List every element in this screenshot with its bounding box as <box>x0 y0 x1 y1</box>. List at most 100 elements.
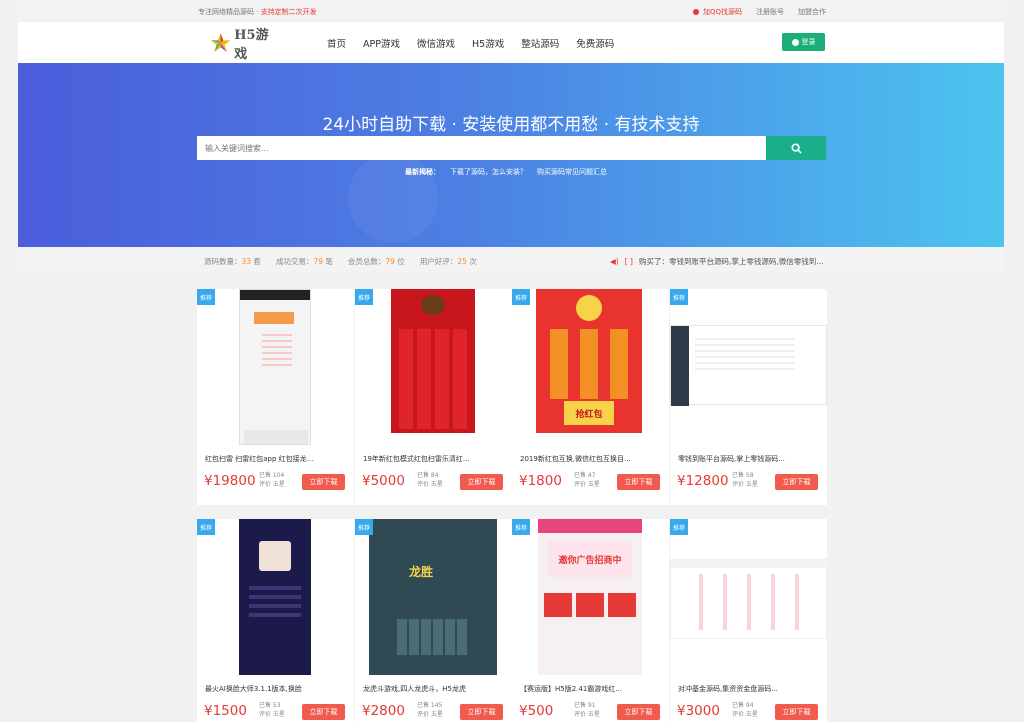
product-meta: 已售 91 评价 五星 <box>574 702 600 718</box>
download-button[interactable]: 立即下载 <box>775 474 818 490</box>
search-button[interactable] <box>766 136 826 160</box>
download-button[interactable]: 立即下载 <box>617 474 660 490</box>
product-card[interactable]: 推荐 对冲基金源码,集资资金盘源码... ¥3000 已售 94 评价 五星 立即… <box>670 519 827 722</box>
product-thumbnail[interactable] <box>670 289 827 445</box>
product-meta: 已售 47 评价 五星 <box>574 472 600 488</box>
main-nav: 首页 APP游戏 微信游戏 H5游戏 整站源码 免费源码 <box>327 36 614 50</box>
qq-link[interactable]: 加QQ找源码 <box>692 7 742 17</box>
purchase-notice: ◀) [ ] 购买了：零钱到账平台源码,掌上零钱源码,微信零钱到... <box>610 256 823 267</box>
product-thumbnail[interactable]: 邀你广告招商中 <box>512 519 669 675</box>
product-card[interactable]: 推荐 红包扫雷 扫雷红包app 红包接龙... ¥19800 已售 104 评价 … <box>197 289 354 505</box>
product-price: ¥19800 <box>204 473 256 489</box>
download-button[interactable]: 立即下载 <box>460 704 503 720</box>
product-card[interactable]: 龙胜 推荐 龙虎斗游戏,四人龙虎斗，H5龙虎 ¥2800 已售 145 评价 五星… <box>355 519 512 722</box>
product-title[interactable]: 龙虎斗游戏,四人龙虎斗，H5龙虎 <box>363 684 466 694</box>
download-button[interactable]: 立即下载 <box>775 704 818 720</box>
product-price: ¥1500 <box>204 703 247 719</box>
bracket-icon: [ ] <box>624 257 633 266</box>
nav-free-source[interactable]: 免费源码 <box>576 36 614 50</box>
hot-link-install[interactable]: 下载了源码，怎么安装？ <box>450 167 527 177</box>
product-title[interactable]: 最火AI换脸大师3.1.1版本,换脸 <box>205 684 302 694</box>
download-button[interactable]: 立即下载 <box>302 474 345 490</box>
logo-text: H5游戏 <box>234 28 269 62</box>
screenshot-image <box>670 325 827 406</box>
recommend-badge: 推荐 <box>512 289 530 305</box>
product-price: ¥500 <box>519 703 554 719</box>
recommend-badge: 推荐 <box>670 289 688 305</box>
stats-bar: 源码数量：33 套 成功交易：79 笔 会员总数：79 位 用户好评：25 次 … <box>18 247 1004 273</box>
product-meta: 已售 58 评价 五星 <box>732 472 758 488</box>
product-thumbnail[interactable] <box>355 289 512 445</box>
product-title[interactable]: 零钱到账平台源码,掌上零钱源码... <box>678 454 785 464</box>
slogan-highlight: 支持定制二次开发 <box>260 8 317 16</box>
recommend-badge: 推荐 <box>355 289 373 305</box>
product-title[interactable]: 2019新红包互换,微信红包互换目... <box>520 454 631 464</box>
product-card[interactable]: 抢红包 推荐 2019新红包互换,微信红包互换目... ¥1800 已售 47 评… <box>512 289 669 505</box>
product-title[interactable]: 19年新红包模式红包扫雷乐清红... <box>363 454 470 464</box>
screenshot-caption: 龙胜 <box>409 565 434 579</box>
search-input[interactable] <box>197 136 766 160</box>
hero-headline: 24小时自助下载 · 安装使用都不用愁 · 有技术支持 <box>322 115 700 135</box>
product-price: ¥12800 <box>677 473 729 489</box>
product-meta: 已售 84 评价 五星 <box>417 472 443 488</box>
product-card[interactable]: 推荐 19年新红包模式红包扫雷乐清红... ¥5000 已售 84 评价 五星 立… <box>355 289 512 505</box>
recommend-badge: 推荐 <box>197 289 215 305</box>
download-button[interactable]: 立即下载 <box>617 704 660 720</box>
product-title[interactable]: 对冲基金源码,集资资金盘源码... <box>678 684 778 694</box>
screenshot-image: 邀你广告招商中 <box>538 519 642 675</box>
hot-link-faq[interactable]: 购买源码常见问题汇总 <box>537 167 607 177</box>
product-thumbnail[interactable] <box>197 519 354 675</box>
product-meta: 已售 53 评价 五星 <box>259 702 285 718</box>
product-thumbnail[interactable]: 龙胜 <box>355 519 512 675</box>
top-bar: 专注网络精品源码 · 支持定制二次开发 加QQ找源码 注册账号 加盟合作 <box>18 0 1004 22</box>
recommend-badge: 推荐 <box>197 519 215 535</box>
nav-full-site[interactable]: 整站源码 <box>521 36 559 50</box>
stat-members: 会员总数：79 位 <box>347 257 405 266</box>
qq-icon <box>692 9 699 15</box>
header: H5游戏 首页 APP游戏 微信游戏 H5游戏 整站源码 免费源码 登录 <box>18 22 1004 63</box>
nav-app-games[interactable]: APP游戏 <box>363 36 400 50</box>
nav-home[interactable]: 首页 <box>327 36 346 50</box>
stat-source-count: 源码数量：33 套 <box>204 257 261 266</box>
product-title[interactable]: 红包扫雷 扫雷红包app 红包接龙... <box>205 454 313 464</box>
screenshot-image <box>239 519 311 675</box>
nav-h5-games[interactable]: H5游戏 <box>472 36 504 50</box>
product-price: ¥2800 <box>362 703 405 719</box>
login-button[interactable]: 登录 <box>782 33 825 51</box>
product-card[interactable]: 推荐 零钱到账平台源码,掌上零钱源码... ¥12800 已售 58 评价 五星 … <box>670 289 827 505</box>
hot-label: 最新揭秘： <box>405 168 440 176</box>
star-logo-icon <box>210 33 231 52</box>
product-price: ¥3000 <box>677 703 720 719</box>
search-icon <box>790 142 802 154</box>
login-label: 登录 <box>801 38 816 46</box>
slogan-text: 专注网络精品源码 · <box>198 8 261 16</box>
recommend-badge: 推荐 <box>670 519 688 535</box>
stat-transactions: 成功交易：79 笔 <box>275 257 333 266</box>
notice-text[interactable]: 购买了：零钱到账平台源码,掌上零钱源码,微信零钱到... <box>639 256 823 267</box>
product-thumbnail[interactable] <box>197 289 354 445</box>
download-button[interactable]: 立即下载 <box>460 474 503 490</box>
download-button[interactable]: 立即下载 <box>302 704 345 720</box>
screenshot-image: 龙胜 <box>369 519 497 675</box>
screenshot-caption: 邀你广告招商中 <box>548 541 632 577</box>
qq-label: 加QQ找源码 <box>702 8 742 16</box>
nav-wechat-games[interactable]: 微信游戏 <box>417 36 455 50</box>
screenshot-image: 抢红包 <box>536 289 642 445</box>
slogan: 专注网络精品源码 · 支持定制二次开发 <box>198 7 317 17</box>
speaker-icon: ◀) <box>610 257 619 266</box>
recommend-badge: 推荐 <box>512 519 530 535</box>
search-bar <box>197 136 826 160</box>
product-title[interactable]: 【赛运版】H5版2.41霸游戏红... <box>520 684 622 694</box>
recommend-badge: 推荐 <box>355 519 373 535</box>
product-thumbnail[interactable] <box>670 519 827 675</box>
register-link[interactable]: 注册账号 <box>756 7 784 17</box>
hero-banner: 24小时自助下载 · 安装使用都不用愁 · 有技术支持 最新揭秘： 下载了源码，… <box>18 63 1004 247</box>
product-thumbnail[interactable]: 抢红包 <box>512 289 669 445</box>
join-link[interactable]: 加盟合作 <box>798 7 826 17</box>
site-logo[interactable]: H5游戏 <box>210 28 280 62</box>
product-meta: 已售 104 评价 五星 <box>259 472 285 488</box>
product-meta: 已售 94 评价 五星 <box>732 702 758 718</box>
screenshot-image <box>670 559 827 639</box>
product-card[interactable]: 邀你广告招商中 推荐 【赛运版】H5版2.41霸游戏红... ¥500 已售 9… <box>512 519 669 722</box>
product-card[interactable]: 推荐 最火AI换脸大师3.1.1版本,换脸 ¥1500 已售 53 评价 五星 立… <box>197 519 354 722</box>
